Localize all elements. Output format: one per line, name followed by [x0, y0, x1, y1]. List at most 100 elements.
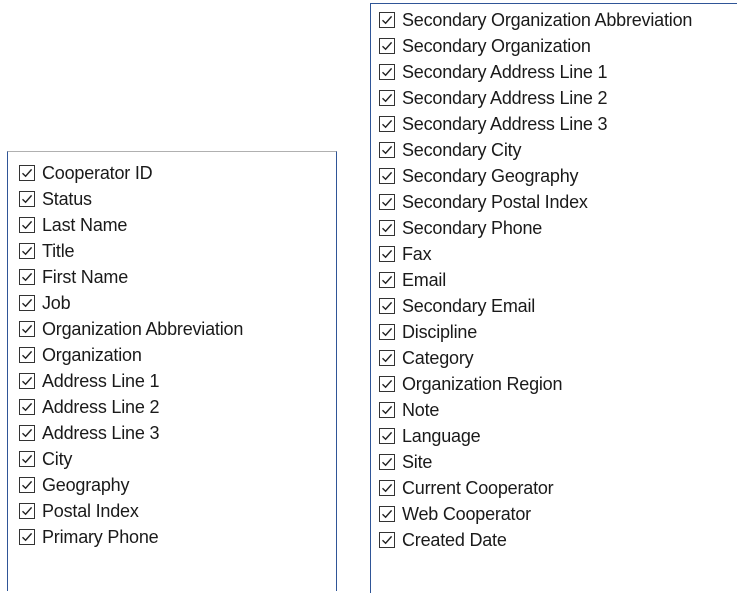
- checklist-item-label: Web Cooperator: [402, 503, 531, 524]
- checklist-item-label: Address Line 1: [42, 370, 160, 391]
- checklist-item-label: Secondary Phone: [402, 217, 543, 238]
- checkmark-icon: [382, 197, 393, 207]
- checklist-item-secondary-geography[interactable]: Secondary Geography: [371, 163, 737, 189]
- checkbox[interactable]: [19, 191, 35, 207]
- checklist-item-organization-region[interactable]: Organization Region: [371, 371, 737, 397]
- checkmark-icon: [382, 93, 393, 103]
- checkbox[interactable]: [379, 220, 395, 236]
- checklist-item-label: Primary Phone: [42, 526, 159, 547]
- checklist-item-label: Language: [402, 425, 481, 446]
- checkbox[interactable]: [19, 217, 35, 233]
- checklist-item-secondary-phone[interactable]: Secondary Phone: [371, 215, 737, 241]
- checkbox[interactable]: [379, 454, 395, 470]
- checklist-item-secondary-address-line-2[interactable]: Secondary Address Line 2: [371, 85, 737, 111]
- checklist-item-created-date[interactable]: Created Date: [371, 527, 737, 553]
- checklist-item-secondary-address-line-3[interactable]: Secondary Address Line 3: [371, 111, 737, 137]
- checklist-item-status[interactable]: Status: [8, 186, 336, 212]
- checkmark-icon: [22, 506, 33, 516]
- checkbox[interactable]: [379, 90, 395, 106]
- checklist-item-label: Category: [402, 347, 474, 368]
- checkbox[interactable]: [19, 243, 35, 259]
- checklist-item-secondary-address-line-1[interactable]: Secondary Address Line 1: [371, 59, 737, 85]
- checklist-item-geography[interactable]: Geography: [8, 472, 336, 498]
- checklist-item-postal-index[interactable]: Postal Index: [8, 498, 336, 524]
- checklist-item-organization[interactable]: Organization: [8, 342, 336, 368]
- checkmark-icon: [382, 223, 393, 233]
- checkbox[interactable]: [19, 529, 35, 545]
- checkbox[interactable]: [19, 373, 35, 389]
- checkbox[interactable]: [379, 64, 395, 80]
- checkbox[interactable]: [379, 142, 395, 158]
- checklist-item-label: Discipline: [402, 321, 478, 342]
- checkbox[interactable]: [379, 324, 395, 340]
- checkbox[interactable]: [379, 376, 395, 392]
- checkbox[interactable]: [379, 480, 395, 496]
- checkbox[interactable]: [19, 321, 35, 337]
- checklist-item-primary-phone[interactable]: Primary Phone: [8, 524, 336, 550]
- checkbox[interactable]: [379, 168, 395, 184]
- checkbox[interactable]: [19, 503, 35, 519]
- checklist-item-title[interactable]: Title: [8, 238, 336, 264]
- checklist-item-category[interactable]: Category: [371, 345, 737, 371]
- checkbox[interactable]: [379, 12, 395, 28]
- checkbox[interactable]: [19, 477, 35, 493]
- checklist-item-city[interactable]: City: [8, 446, 336, 472]
- checklist-item-organization-abbreviation[interactable]: Organization Abbreviation: [8, 316, 336, 342]
- checklist-item-label: Secondary City: [402, 139, 522, 160]
- checklist-item-address-line-1[interactable]: Address Line 1: [8, 368, 336, 394]
- checkmark-icon: [382, 509, 393, 519]
- checklist-item-label: Geography: [42, 474, 130, 495]
- checklist-item-first-name[interactable]: First Name: [8, 264, 336, 290]
- checkbox[interactable]: [19, 347, 35, 363]
- checklist-item-last-name[interactable]: Last Name: [8, 212, 336, 238]
- checkbox[interactable]: [379, 246, 395, 262]
- checklist-item-label: Secondary Address Line 3: [402, 113, 608, 134]
- checklist-item-site[interactable]: Site: [371, 449, 737, 475]
- checkmark-icon: [382, 145, 393, 155]
- checkbox[interactable]: [379, 532, 395, 548]
- checklist-item-job[interactable]: Job: [8, 290, 336, 316]
- checkbox[interactable]: [379, 428, 395, 444]
- checklist-item-secondary-email[interactable]: Secondary Email: [371, 293, 737, 319]
- checklist-item-secondary-organization-abbreviation[interactable]: Secondary Organization Abbreviation: [371, 7, 737, 33]
- checklist-item-label: Address Line 3: [42, 422, 160, 443]
- checklist-item-label: Organization Abbreviation: [42, 318, 244, 339]
- checkbox[interactable]: [379, 506, 395, 522]
- checkbox[interactable]: [19, 451, 35, 467]
- checklist-item-email[interactable]: Email: [371, 267, 737, 293]
- checkbox[interactable]: [19, 165, 35, 181]
- checkbox[interactable]: [19, 425, 35, 441]
- checklist-item-label: Created Date: [402, 529, 507, 550]
- checklist-item-fax[interactable]: Fax: [371, 241, 737, 267]
- checklist-item-address-line-3[interactable]: Address Line 3: [8, 420, 336, 446]
- checklist-item-discipline[interactable]: Discipline: [371, 319, 737, 345]
- checklist-item-secondary-city[interactable]: Secondary City: [371, 137, 737, 163]
- checkbox[interactable]: [379, 298, 395, 314]
- checklist-item-note[interactable]: Note: [371, 397, 737, 423]
- checkbox[interactable]: [379, 38, 395, 54]
- checkbox[interactable]: [379, 272, 395, 288]
- checkbox[interactable]: [379, 194, 395, 210]
- checkmark-icon: [22, 246, 33, 256]
- checkbox[interactable]: [379, 402, 395, 418]
- checkbox[interactable]: [379, 350, 395, 366]
- checklist-item-current-cooperator[interactable]: Current Cooperator: [371, 475, 737, 501]
- checklist-item-secondary-organization[interactable]: Secondary Organization: [371, 33, 737, 59]
- checklist-item-web-cooperator[interactable]: Web Cooperator: [371, 501, 737, 527]
- checkmark-icon: [22, 454, 33, 464]
- checkbox[interactable]: [379, 116, 395, 132]
- checklist-item-label: Secondary Postal Index: [402, 191, 588, 212]
- checklist-item-cooperator-id[interactable]: Cooperator ID: [8, 160, 336, 186]
- checkbox[interactable]: [19, 269, 35, 285]
- checkmark-icon: [382, 171, 393, 181]
- checkmark-icon: [382, 119, 393, 129]
- checklist-item-language[interactable]: Language: [371, 423, 737, 449]
- checklist-item-label: Secondary Organization Abbreviation: [402, 9, 693, 30]
- checklist-item-address-line-2[interactable]: Address Line 2: [8, 394, 336, 420]
- checkmark-icon: [382, 301, 393, 311]
- checklist-item-secondary-postal-index[interactable]: Secondary Postal Index: [371, 189, 737, 215]
- checkbox[interactable]: [19, 399, 35, 415]
- checkbox[interactable]: [19, 295, 35, 311]
- checkmark-icon: [22, 350, 33, 360]
- checkmark-icon: [382, 67, 393, 77]
